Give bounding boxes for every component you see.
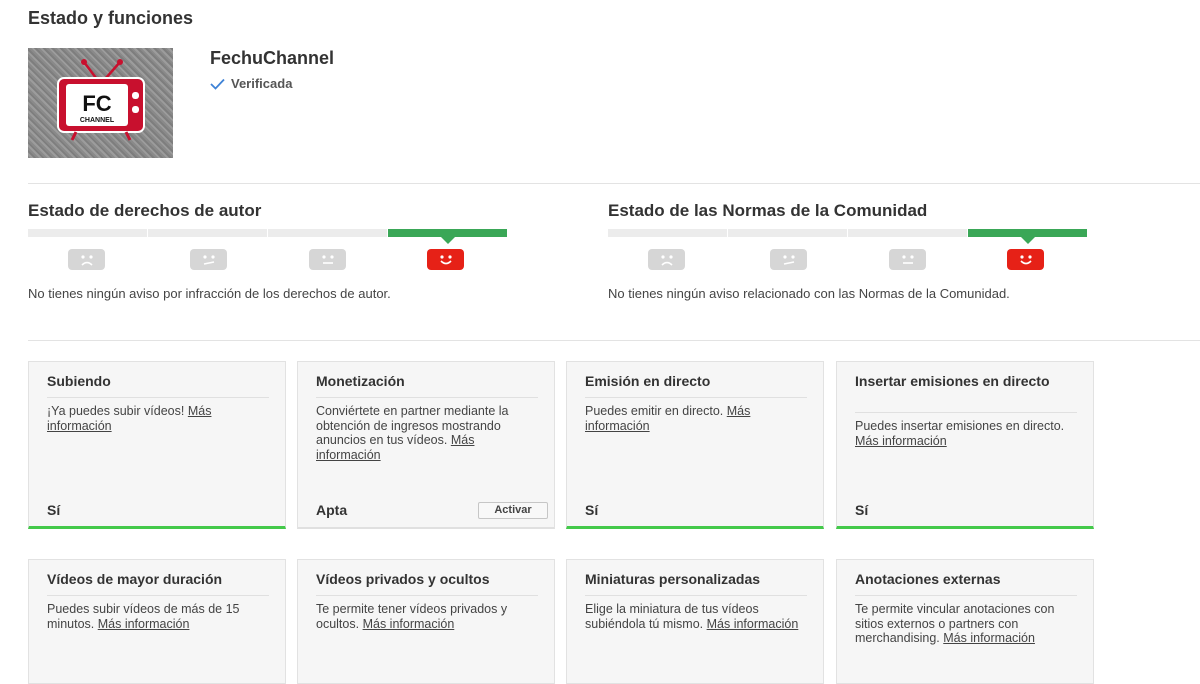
card-title: Monetización — [316, 373, 405, 389]
card-description: Conviértete en partner mediante la obten… — [316, 404, 509, 462]
copyright-status-faces — [28, 249, 508, 271]
copyright-status-title: Estado de derechos de autor — [28, 201, 262, 220]
more-info-link[interactable]: Más información — [363, 617, 455, 631]
page-title: Estado y funciones — [28, 8, 194, 28]
card-title: Insertar emisiones en directo — [855, 373, 1050, 389]
copyright-status-bar — [28, 229, 508, 244]
feature-card-live-streaming: Emisión en directo Puedes emitir en dire… — [566, 361, 824, 529]
sad-face-icon — [648, 249, 685, 270]
tv-logo-icon: FC CHANNEL — [57, 59, 145, 141]
channel-name[interactable]: FechuChannel — [210, 48, 334, 69]
feature-card-uploading: Subiendo ¡Ya puedes subir vídeos! Más in… — [28, 361, 286, 529]
card-status: Sí — [585, 502, 599, 518]
feature-card-embed-live: Insertar emisiones en directo Puedes ins… — [836, 361, 1094, 529]
activate-button[interactable]: Activar — [478, 502, 548, 519]
card-status: Sí — [855, 502, 869, 518]
card-divider — [585, 595, 807, 596]
card-title: Miniaturas personalizadas — [585, 571, 761, 587]
card-description: Puedes emitir en directo. Más informació… — [585, 404, 751, 433]
community-status-title: Estado de las Normas de la Comunidad — [608, 201, 928, 220]
status-segment-1 — [28, 229, 147, 237]
copyright-status-section: Estado de derechos de autor No tienes ni… — [28, 201, 508, 331]
verified-status: Verificada — [210, 76, 292, 91]
card-divider — [316, 595, 538, 596]
status-segment-2 — [728, 229, 847, 237]
card-divider — [47, 397, 269, 398]
feature-card-external-annotations: Anotaciones externas Te permite vincular… — [836, 559, 1094, 684]
verified-label: Verificada — [231, 76, 293, 91]
flat-face-icon — [309, 249, 346, 270]
card-status: Sí — [47, 502, 61, 518]
status-segment-4 — [968, 229, 1087, 244]
channel-avatar[interactable]: FC CHANNEL — [28, 48, 173, 158]
card-title: Emisión en directo — [585, 373, 711, 389]
neutral-face-icon — [770, 249, 807, 270]
happy-face-icon — [1007, 249, 1044, 270]
divider — [28, 340, 1200, 341]
divider — [28, 183, 1200, 184]
community-status-section: Estado de las Normas de la Comunidad No … — [608, 201, 1088, 331]
card-divider — [316, 397, 538, 398]
checkmark-icon — [210, 78, 225, 90]
neutral-face-icon — [190, 249, 227, 270]
card-description: Puedes insertar emisiones en directo. Má… — [855, 419, 1065, 448]
feature-card-monetization: Monetización Conviértete en partner medi… — [297, 361, 555, 529]
more-info-link[interactable]: Más información — [98, 617, 190, 631]
feature-card-private-videos: Vídeos privados y ocultos Te permite ten… — [297, 559, 555, 684]
status-segment-3 — [268, 229, 387, 237]
sad-face-icon — [68, 249, 105, 270]
more-info-link[interactable]: Más información — [943, 631, 1035, 645]
community-status-bar — [608, 229, 1088, 244]
card-title: Vídeos privados y ocultos — [316, 571, 490, 587]
community-status-faces — [608, 249, 1088, 271]
card-divider — [855, 595, 1077, 596]
copyright-status-message: No tienes ningún aviso por infracción de… — [28, 286, 391, 301]
feature-card-custom-thumbnails: Miniaturas personalizadas Elige la minia… — [566, 559, 824, 684]
status-segment-3 — [848, 229, 967, 237]
card-divider — [47, 595, 269, 596]
card-status: Apta — [316, 502, 348, 518]
card-description: Puedes subir vídeos de más de 15 minutos… — [47, 602, 240, 631]
card-divider — [855, 412, 1077, 413]
card-title: Anotaciones externas — [855, 571, 1001, 587]
card-description: Te permite tener vídeos privados y ocult… — [316, 602, 508, 631]
more-info-link[interactable]: Más información — [707, 617, 799, 631]
feature-card-longer-videos: Vídeos de mayor duración Puedes subir ví… — [28, 559, 286, 684]
more-info-link[interactable]: Más información — [855, 434, 947, 448]
card-divider — [585, 397, 807, 398]
card-description: Elige la miniatura de tus vídeos subiénd… — [585, 602, 799, 631]
card-title: Vídeos de mayor duración — [47, 571, 223, 587]
card-title: Subiendo — [47, 373, 111, 389]
card-description: Te permite vincular anotaciones con siti… — [855, 602, 1055, 646]
logo-text: FC — [82, 91, 111, 116]
logo-subtext: CHANNEL — [80, 117, 115, 124]
status-segment-4 — [388, 229, 507, 244]
flat-face-icon — [889, 249, 926, 270]
status-segment-1 — [608, 229, 727, 237]
card-description: ¡Ya puedes subir vídeos! Más información — [47, 404, 212, 433]
status-segment-2 — [148, 229, 267, 237]
happy-face-icon — [427, 249, 464, 270]
community-status-message: No tienes ningún aviso relacionado con l… — [608, 286, 1010, 301]
